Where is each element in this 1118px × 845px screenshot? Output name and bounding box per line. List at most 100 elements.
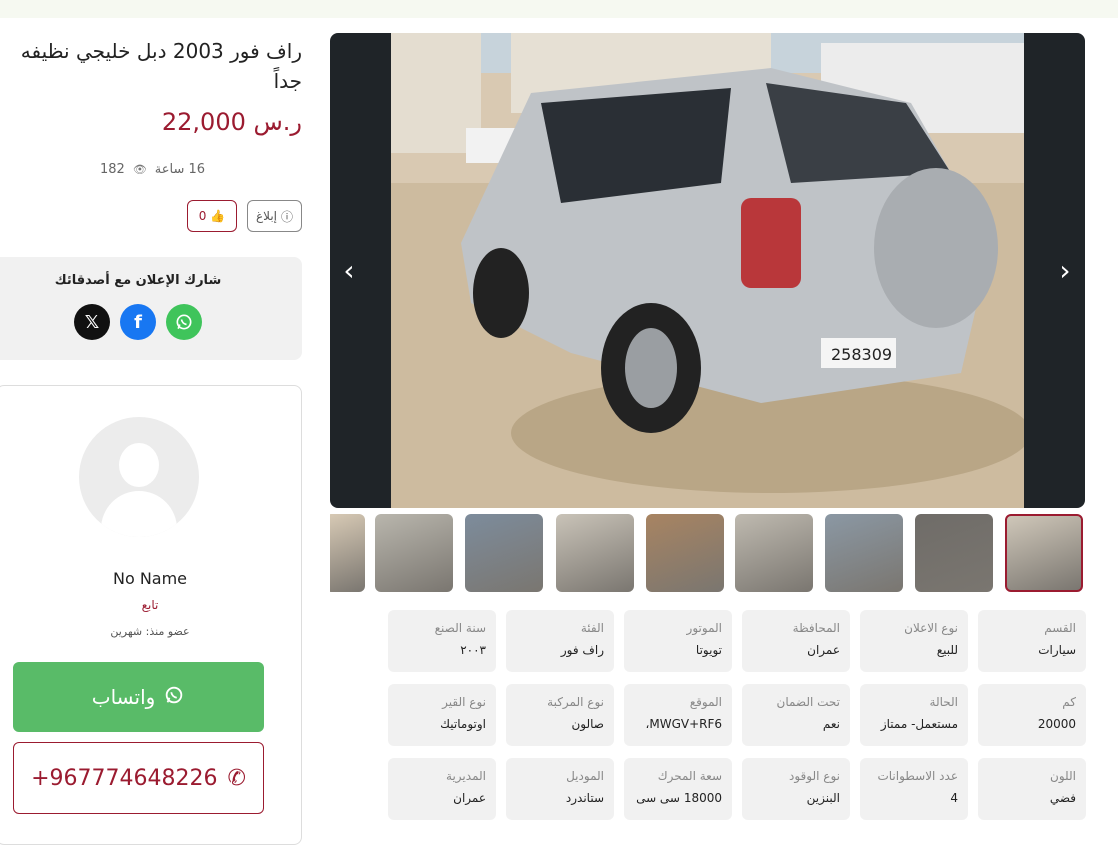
- phone-button[interactable]: +967774648226 ✆: [13, 742, 264, 814]
- spec-item: الموتور تويوتا: [624, 610, 732, 672]
- thumbnail[interactable]: [825, 514, 903, 592]
- spec-value: عمران: [807, 643, 840, 657]
- spec-item: المديرية عمران: [388, 758, 496, 820]
- spec-item: تحت الضمان نعم: [742, 684, 850, 746]
- spec-item: سنة الصنع ٢٠٠٣: [388, 610, 496, 672]
- listing-meta: 16 ساعة 👁 182: [100, 162, 302, 177]
- avatar-body-shape: [101, 491, 177, 537]
- thumbs-up-icon: 👍: [210, 209, 226, 223]
- svg-text:258309: 258309: [831, 345, 892, 364]
- report-button[interactable]: إبلاغ ⓘ: [247, 200, 302, 232]
- spec-label: الحالة: [929, 695, 958, 709]
- alert-icon: ⓘ: [281, 209, 294, 224]
- like-button[interactable]: 0 👍: [187, 200, 237, 232]
- spec-value: راف فور: [560, 643, 604, 657]
- thumbnail[interactable]: [375, 514, 453, 592]
- top-bar: [0, 0, 1118, 18]
- spec-label: نوع المركبة: [547, 695, 604, 709]
- spec-item: القسم سيارات: [978, 610, 1086, 672]
- spec-item: الفئة راف فور: [506, 610, 614, 672]
- spec-item: الموديل ستاندرد: [506, 758, 614, 820]
- seller-type: تابع: [141, 598, 159, 612]
- spec-item: عدد الاسطوانات 4: [860, 758, 968, 820]
- photo-gallery: 258309 ‹ ›: [330, 33, 1085, 508]
- spec-item: الحالة مستعمل- ممتاز: [860, 684, 968, 746]
- spec-label: الموتور: [686, 621, 722, 635]
- spec-item: نوع المركبة صالون: [506, 684, 614, 746]
- spec-label: سعة المحرك: [657, 769, 722, 783]
- chevron-left-icon[interactable]: ‹: [334, 254, 364, 287]
- spec-item: كم 20000: [978, 684, 1086, 746]
- spec-label: المديرية: [446, 769, 486, 783]
- spec-label: نوع الوقود: [789, 769, 840, 783]
- thumbnail[interactable]: [556, 514, 634, 592]
- spec-label: كم: [1062, 695, 1076, 709]
- spec-label: الفئة: [580, 621, 604, 635]
- avatar-head-shape: [119, 443, 159, 487]
- avatar: [79, 417, 199, 537]
- whatsapp-button[interactable]: واتساب: [13, 662, 264, 732]
- spec-label: عدد الاسطوانات: [877, 769, 958, 783]
- spec-label: الموديل: [566, 769, 604, 783]
- spec-value: 4: [950, 791, 958, 805]
- spec-label: الموقع: [689, 695, 722, 709]
- spec-item: سعة المحرك 18000 سى سى: [624, 758, 732, 820]
- thumbnail[interactable]: [1005, 514, 1083, 592]
- spec-item: نوع القير اوتوماتيك: [388, 684, 496, 746]
- thumbnail-strip: [330, 514, 1085, 594]
- whatsapp-label: واتساب: [91, 685, 156, 709]
- spec-value: 18000 سى سى: [636, 791, 722, 805]
- chevron-right-icon[interactable]: ›: [1050, 254, 1080, 287]
- spec-value: عمران: [453, 791, 486, 805]
- report-label: إبلاغ: [256, 209, 277, 223]
- eye-icon: 👁: [132, 163, 147, 176]
- thumbnail[interactable]: [915, 514, 993, 592]
- spec-value: ٢٠٠٣: [460, 643, 486, 657]
- whatsapp-icon[interactable]: [166, 304, 202, 340]
- share-icons: 𝕏 f: [74, 304, 202, 340]
- listing-title: راف فور 2003 دبل خليجي نظيفه جداً: [20, 39, 302, 93]
- facebook-icon[interactable]: f: [120, 304, 156, 340]
- time-ago: 16 ساعة: [154, 162, 206, 177]
- spec-label: سنة الصنع: [434, 621, 486, 635]
- phone-icon: ✆: [227, 765, 246, 791]
- spec-label: اللون: [1050, 769, 1076, 783]
- main-photo[interactable]: 258309: [391, 33, 1024, 508]
- thumbnail[interactable]: [646, 514, 724, 592]
- seller-name: No Name: [112, 569, 188, 588]
- spec-item: نوع الاعلان للبيع: [860, 610, 968, 672]
- x-icon[interactable]: 𝕏: [74, 304, 110, 340]
- spec-value: للبيع: [936, 643, 958, 657]
- spec-value: صالون: [571, 717, 604, 731]
- thumbnail[interactable]: [465, 514, 543, 592]
- spec-value: فضي: [1049, 791, 1076, 805]
- spec-label: تحت الضمان: [776, 695, 841, 709]
- spec-item: المحافظة عمران: [742, 610, 850, 672]
- share-title: شارك الإعلان مع أصدقائك: [54, 273, 222, 288]
- spec-value: سيارات: [1038, 643, 1076, 657]
- spec-label: نوع القير: [442, 695, 486, 709]
- thumbnail[interactable]: [330, 514, 365, 592]
- spec-label: القسم: [1044, 621, 1076, 635]
- spec-value: اوتوماتيك: [440, 717, 486, 731]
- spec-value: ستاندرد: [565, 791, 604, 805]
- spec-value: 20000: [1037, 717, 1076, 731]
- spec-item: نوع الوقود البنزين: [742, 758, 850, 820]
- spec-item: اللون فضي: [978, 758, 1086, 820]
- seller-card: No Name تابع عضو منذ: شهرين واتساب +9677…: [0, 385, 302, 845]
- phone-number: +967774648226: [31, 765, 218, 791]
- whatsapp-button-icon: [163, 684, 185, 711]
- spec-label: نوع الاعلان: [904, 621, 958, 635]
- share-box: شارك الإعلان مع أصدقائك 𝕏 f: [0, 257, 302, 360]
- spec-value: تويوتا: [695, 643, 722, 657]
- spec-value: مستعمل- ممتاز: [880, 717, 958, 731]
- spec-item: الموقع MWGV+RF6،: [624, 684, 732, 746]
- like-count: 0: [198, 209, 207, 223]
- member-since: عضو منذ: شهرين: [110, 625, 190, 638]
- spec-value: البنزين: [806, 791, 840, 805]
- thumbnail[interactable]: [735, 514, 813, 592]
- spec-label: المحافظة: [792, 621, 840, 635]
- listing-price: 22,000 ر.س: [161, 108, 302, 136]
- listing-actions: 0 👍 إبلاغ ⓘ: [187, 200, 302, 232]
- spec-value: نعم: [822, 717, 840, 731]
